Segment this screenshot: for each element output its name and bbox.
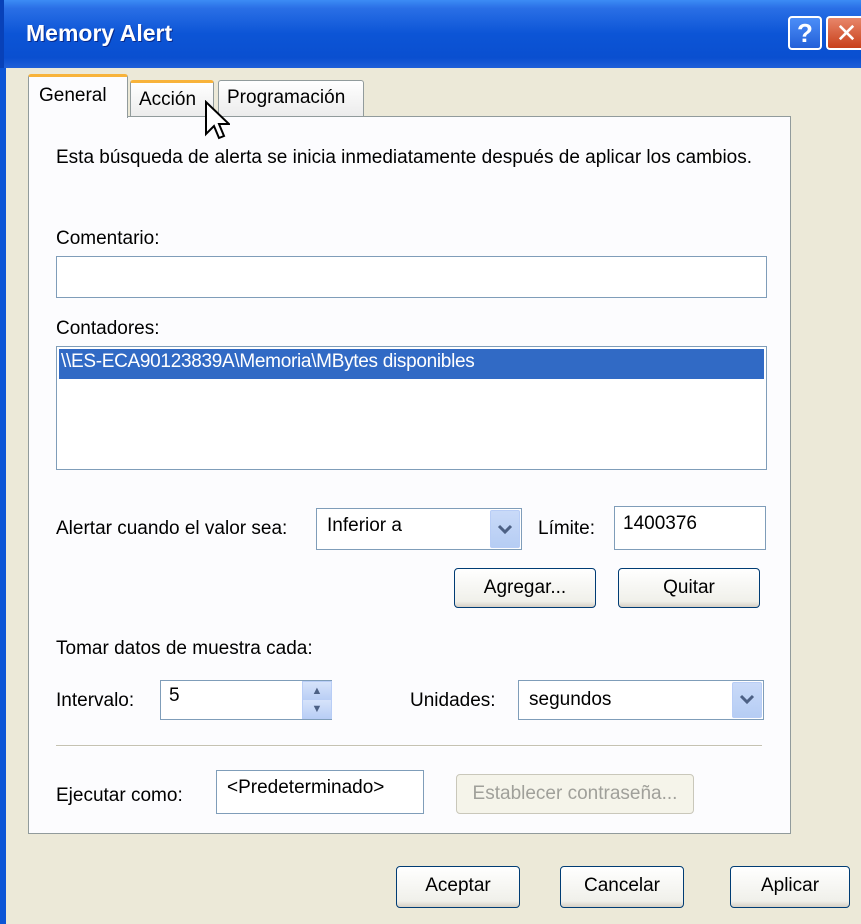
condition-value: Inferior a	[327, 515, 402, 536]
chevron-down-icon[interactable]: ▼	[303, 700, 331, 718]
alert-when-label: Alertar cuando el valor sea:	[56, 518, 288, 539]
counters-label: Contadores:	[56, 318, 160, 339]
window-title: Memory Alert	[26, 20, 173, 46]
counters-listbox[interactable]: \\ES-ECA90123839A\Memoria\MBytes disponi…	[56, 346, 767, 470]
comment-input[interactable]	[56, 256, 767, 298]
description-text: Esta búsqueda de alerta se inicia inmedi…	[56, 147, 753, 168]
tab-general[interactable]: General	[28, 74, 128, 118]
chevron-up-icon[interactable]: ▲	[303, 682, 331, 700]
cancel-button[interactable]: Cancelar	[560, 866, 684, 908]
remove-button[interactable]: Quitar	[618, 568, 760, 608]
help-button[interactable]: ?	[788, 16, 822, 50]
mouse-pointer-icon	[205, 100, 230, 140]
apply-button[interactable]: Aplicar	[730, 866, 850, 908]
condition-select[interactable]: Inferior a	[316, 508, 522, 550]
separator	[56, 745, 762, 747]
tab-accion[interactable]: Acción	[130, 80, 214, 116]
chevron-down-icon[interactable]	[490, 510, 520, 548]
limit-label: Límite:	[538, 518, 596, 539]
units-select[interactable]: segundos	[518, 680, 764, 720]
interval-label: Intervalo:	[56, 690, 135, 711]
set-password-button[interactable]: Establecer contraseña...	[456, 774, 694, 814]
tab-panel-general	[28, 116, 791, 834]
limit-input[interactable]: 1400376	[614, 506, 766, 550]
sample-label: Tomar datos de muestra cada:	[56, 638, 313, 659]
close-button[interactable]: ✕	[826, 16, 861, 50]
units-label: Unidades:	[410, 690, 496, 711]
add-button[interactable]: Agregar...	[454, 568, 596, 608]
interval-stepper[interactable]: ▲ ▼	[302, 681, 332, 719]
tab-programacion[interactable]: Programación	[218, 80, 364, 116]
units-value: segundos	[529, 689, 612, 710]
run-as-input[interactable]: <Predeterminado>	[216, 770, 424, 814]
chevron-down-icon[interactable]	[732, 682, 762, 718]
window-left-border	[0, 68, 6, 924]
comment-label: Comentario:	[56, 228, 160, 249]
ok-button[interactable]: Aceptar	[396, 866, 520, 908]
run-as-label: Ejecutar como:	[56, 785, 183, 806]
counter-list-item[interactable]: \\ES-ECA90123839A\Memoria\MBytes disponi…	[59, 349, 764, 379]
title-bar[interactable]: Memory Alert ? ✕	[0, 0, 861, 68]
